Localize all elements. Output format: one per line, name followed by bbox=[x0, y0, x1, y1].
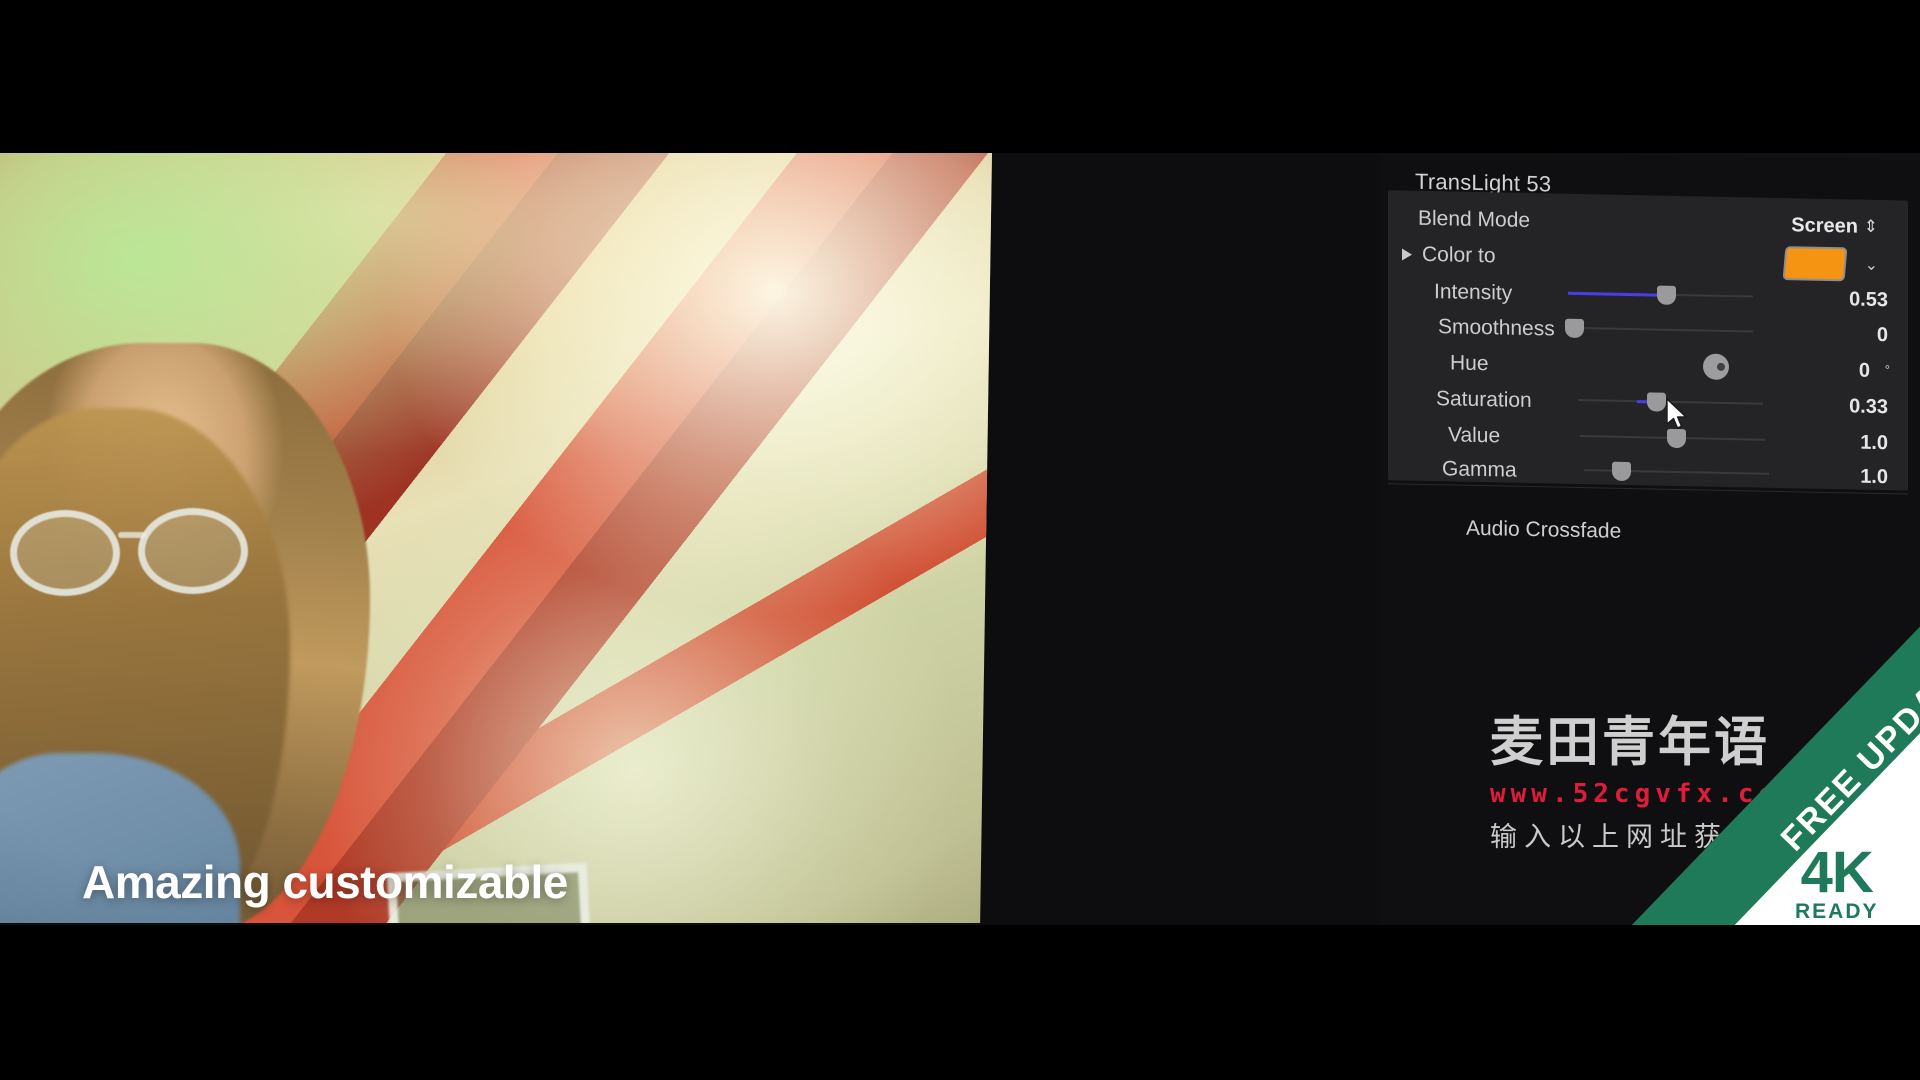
slider-thumb[interactable] bbox=[1612, 461, 1631, 482]
slider-thumb[interactable] bbox=[1564, 318, 1584, 339]
value-smoothness[interactable]: 0 bbox=[1877, 324, 1888, 347]
label-saturation: Saturation bbox=[1436, 387, 1532, 413]
slider-thumb[interactable] bbox=[1657, 285, 1677, 305]
video-caption-text: Amazing customizable bbox=[82, 856, 568, 908]
hue-knob[interactable] bbox=[1703, 353, 1729, 381]
blend-mode-popup-value[interactable]: Screen bbox=[1791, 214, 1858, 238]
badge-4k-number: 4K bbox=[1800, 840, 1874, 905]
label-value: Value bbox=[1448, 423, 1501, 448]
video-vignette bbox=[0, 153, 992, 923]
label-smoothness: Smoothness bbox=[1438, 315, 1555, 341]
chevron-updown-icon[interactable]: ⇕ bbox=[1864, 217, 1878, 236]
slider-intensity[interactable] bbox=[1568, 282, 1753, 308]
badge-4k-ready-label: READY bbox=[1795, 900, 1879, 924]
parameters-card: Blend Mode Screen ⇕ Color to ⌄ Intensity bbox=[1388, 190, 1908, 491]
letterbox-top bbox=[0, 0, 1920, 153]
label-gamma: Gamma bbox=[1442, 457, 1517, 482]
value-gamma[interactable]: 1.0 bbox=[1860, 466, 1888, 490]
slider-fill bbox=[1568, 291, 1667, 297]
label-intensity: Intensity bbox=[1434, 280, 1513, 305]
watermark-url: www.52cgvfx.com bbox=[1490, 778, 1800, 809]
disclosure-triangle-icon[interactable] bbox=[1402, 248, 1412, 261]
label-audio-crossfade: Audio Crossfade bbox=[1466, 516, 1622, 543]
label-color-to: Color to bbox=[1422, 242, 1496, 268]
watermark-brand: 麦田青年语 bbox=[1490, 712, 1770, 773]
value-value[interactable]: 1.0 bbox=[1860, 432, 1888, 456]
hue-knob-indicator bbox=[1717, 362, 1725, 371]
video-frame-image bbox=[0, 153, 992, 923]
value-intensity[interactable]: 0.53 bbox=[1849, 288, 1888, 312]
slider-smoothness[interactable] bbox=[1564, 317, 1753, 343]
section-audio-crossfade[interactable]: Audio Crossfade bbox=[1388, 495, 1908, 565]
slider-thumb[interactable] bbox=[1646, 392, 1666, 412]
letterbox-bottom bbox=[0, 925, 1920, 1080]
chevron-down-icon[interactable]: ⌄ bbox=[1865, 255, 1878, 275]
slider-track bbox=[1568, 326, 1753, 333]
video-preview[interactable] bbox=[0, 153, 992, 923]
watermark-block: 麦田青年语 www.52cgvfx.com 输入以上网址获取 bbox=[1490, 715, 1920, 854]
badge-4k-ready: 4K READY bbox=[1795, 840, 1879, 924]
unit-degrees: ° bbox=[1884, 362, 1890, 378]
label-blend-mode: Blend Mode bbox=[1418, 206, 1531, 233]
value-saturation[interactable]: 0.33 bbox=[1849, 395, 1888, 419]
screen-recording-frame: Amazing customizable TransLight 53 Blend… bbox=[0, 0, 1920, 1080]
label-hue: Hue bbox=[1450, 351, 1489, 376]
slider-gamma[interactable] bbox=[1584, 459, 1769, 485]
color-swatch[interactable] bbox=[1782, 246, 1848, 282]
mouse-cursor bbox=[1665, 398, 1691, 437]
value-hue[interactable]: 0 bbox=[1859, 360, 1870, 383]
